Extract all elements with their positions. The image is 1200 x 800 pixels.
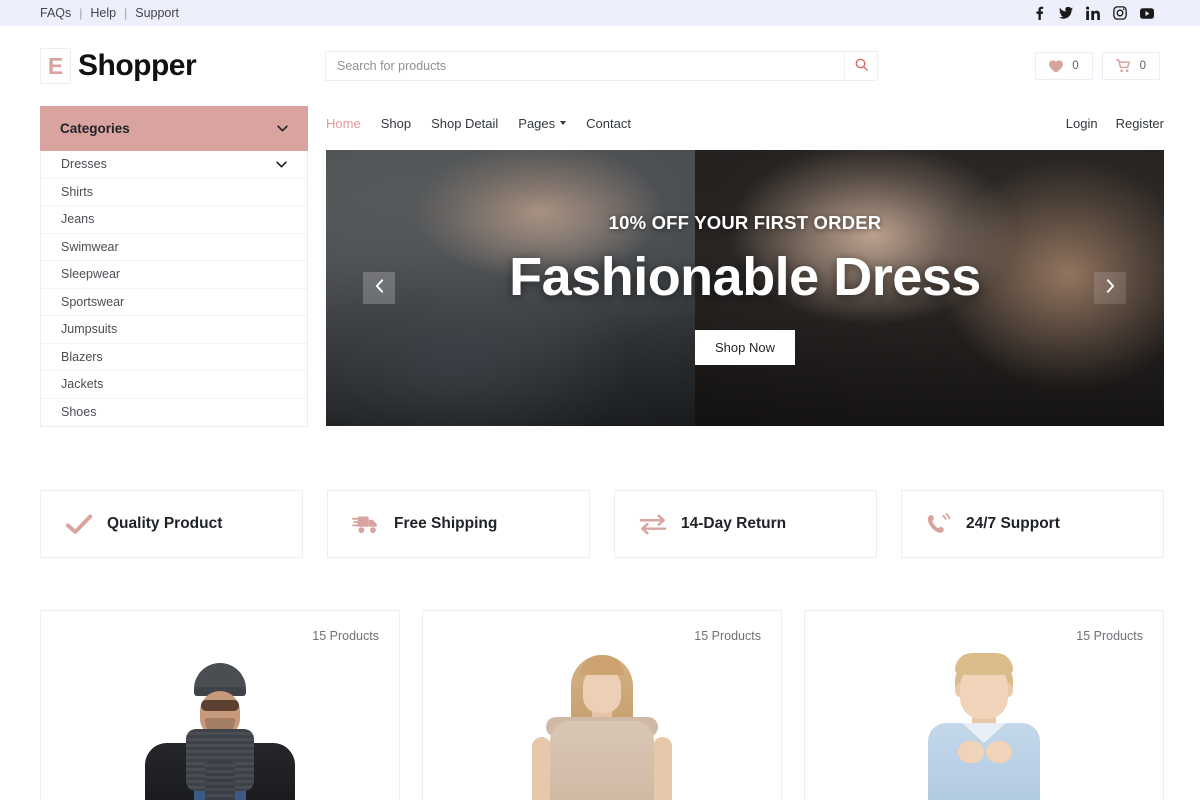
category-list: Dresses Shirts Jeans Swimwear Sleepwear … [40,151,308,427]
chevron-down-icon [277,125,288,132]
feature-24-7-support: 24/7 Support [901,490,1164,558]
feature-quality-product: Quality Product [40,490,303,558]
feature-14-day-return: 14-Day Return [614,490,877,558]
sidebar-item-label: Jackets [61,377,104,392]
nav-item-home[interactable]: Home [326,116,361,131]
login-link[interactable]: Login [1066,116,1098,131]
categories-header[interactable]: Categories [40,106,308,151]
social-links [1032,6,1154,20]
page-body: Categories Dresses Shirts Jeans Swimwear… [0,104,1200,800]
nav-links: Home Shop Shop Detail Pages Contact [326,116,631,131]
sidebar-item-swimwear[interactable]: Swimwear [41,234,307,261]
nav-auth: Login Register [1066,116,1164,131]
linkedin-icon[interactable] [1086,6,1100,20]
sidebar-item-shirts[interactable]: Shirts [41,179,307,206]
topbar-link-help[interactable]: Help [90,6,116,20]
sidebar-item-shoes[interactable]: Shoes [41,399,307,427]
site-header: E Shopper 0 0 [0,26,1200,106]
heart-icon [1049,59,1064,73]
hero-carousel: 10% OFF YOUR FIRST ORDER Fashionable Dre… [326,150,1164,426]
instagram-icon[interactable] [1113,6,1127,20]
search-bar[interactable] [325,51,878,81]
exchange-icon [639,513,667,535]
category-sidebar: Categories Dresses Shirts Jeans Swimwear… [40,106,308,427]
sidebar-item-sleepwear[interactable]: Sleepwear [41,261,307,289]
carousel-next-button[interactable] [1094,272,1126,304]
check-icon [65,513,93,535]
sidebar-item-dresses[interactable]: Dresses [41,151,307,179]
chevron-down-icon [276,161,287,168]
sidebar-item-label: Dresses [61,157,107,172]
nav-item-shop[interactable]: Shop [381,116,411,131]
category-card-row: 15 Products 15 Products 15 Products [40,610,1164,800]
product-count: 15 Products [1076,629,1143,643]
feature-bar: Quality Product Free Shipping 14-Day Ret… [40,490,1164,558]
wishlist-count: 0 [1072,60,1079,72]
cart-icon [1115,59,1131,73]
categories-title: Categories [60,121,130,136]
register-link[interactable]: Register [1116,116,1164,131]
feature-free-shipping: Free Shipping [327,490,590,558]
caret-down-icon [560,121,567,125]
feature-label: 14-Day Return [681,515,787,532]
sidebar-item-blazers[interactable]: Blazers [41,344,307,371]
feature-label: Quality Product [107,515,223,532]
topbar-separator: | [124,6,128,20]
sidebar-item-sportswear[interactable]: Sportswear [41,289,307,316]
nav-item-pages[interactable]: Pages [518,115,567,131]
shop-now-button[interactable]: Shop Now [695,329,795,365]
sidebar-item-label: Blazers [61,349,103,364]
topbar-link-faqs[interactable]: FAQs [40,6,71,20]
sidebar-item-jumpsuits[interactable]: Jumpsuits [41,316,307,344]
search-button[interactable] [844,52,877,80]
header-actions: 0 0 [1035,52,1160,80]
carousel-prev-button[interactable] [363,272,395,304]
hero-content: 10% OFF YOUR FIRST ORDER Fashionable Dre… [326,150,1164,426]
wishlist-button[interactable]: 0 [1035,52,1093,80]
sidebar-item-jeans[interactable]: Jeans [41,206,307,234]
sidebar-item-label: Jeans [61,212,95,227]
category-card-women[interactable]: 15 Products [422,610,782,800]
sidebar-item-label: Sportswear [61,294,125,309]
nav-item-shop-detail[interactable]: Shop Detail [431,116,498,131]
cart-button[interactable]: 0 [1101,52,1160,80]
sidebar-item-label: Sleepwear [61,267,121,282]
sidebar-item-label: Jumpsuits [61,322,118,337]
product-count: 15 Products [694,629,761,643]
feature-label: 24/7 Support [966,515,1060,532]
product-count: 15 Products [312,629,379,643]
top-bar-links: FAQs | Help | Support [40,6,179,20]
topbar-separator: | [79,6,83,20]
sidebar-item-jackets[interactable]: Jackets [41,371,307,399]
sidebar-item-label: Shirts [61,184,93,199]
main-navigation: Home Shop Shop Detail Pages Contact Logi… [326,104,1164,142]
truck-icon [352,512,380,536]
topbar-link-support[interactable]: Support [135,6,179,20]
youtube-icon[interactable] [1140,6,1154,20]
nav-item-contact[interactable]: Contact [586,116,631,131]
feature-label: Free Shipping [394,515,498,532]
search-input[interactable] [326,52,844,80]
chevron-left-icon [375,278,384,298]
facebook-icon[interactable] [1032,6,1046,20]
search-icon [855,58,868,74]
twitter-icon[interactable] [1059,6,1073,20]
logo-mark: E [40,48,71,84]
category-card-men[interactable]: 15 Products [40,610,400,800]
sidebar-item-label: Shoes [61,405,97,420]
category-card-kids[interactable]: 15 Products [804,610,1164,800]
sidebar-item-label: Swimwear [61,239,119,254]
phone-ring-icon [926,512,952,536]
logo-text: Shopper [78,49,197,82]
brand-logo[interactable]: E Shopper [40,48,325,84]
top-bar: FAQs | Help | Support [0,0,1200,26]
cart-count: 0 [1139,60,1146,72]
nav-item-label: Pages [518,115,556,131]
chevron-right-icon [1106,278,1115,298]
hero-kicker: 10% OFF YOUR FIRST ORDER [608,211,882,233]
hero-title: Fashionable Dress [509,246,981,307]
